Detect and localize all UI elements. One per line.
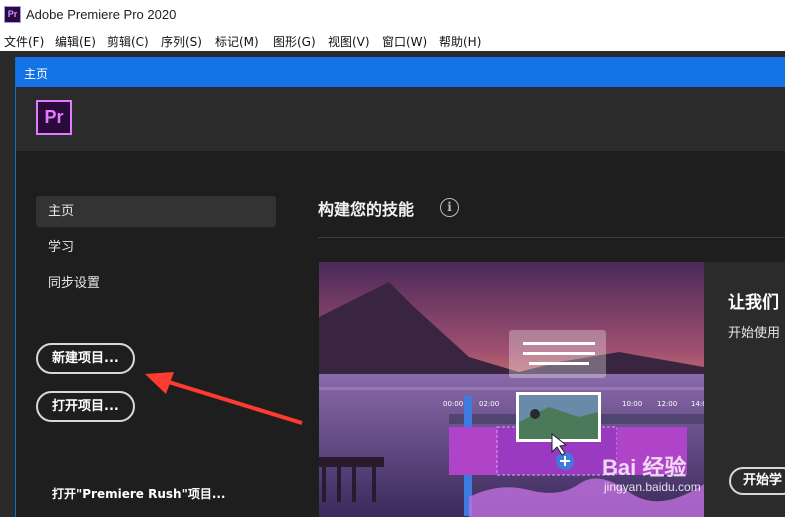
menu-help[interactable]: 帮助(H) [439, 33, 481, 50]
timeline-tick: 14:00 [691, 400, 704, 408]
dialog-header: Pr [16, 87, 785, 151]
new-project-button[interactable]: 新建项目... [36, 343, 135, 374]
open-rush-project-link[interactable]: 打开"Premiere Rush"项目... [52, 485, 226, 502]
menu-file[interactable]: 文件(F) [4, 33, 44, 50]
menu-clip[interactable]: 剪辑(C) [107, 33, 149, 50]
dialog-title: 主页 [24, 67, 49, 81]
window-title: Adobe Premiere Pro 2020 [26, 7, 177, 22]
section-divider [318, 237, 785, 238]
annotation-arrow-icon [145, 372, 303, 425]
premiere-app-icon: Pr [4, 6, 21, 23]
sidebar-item-home[interactable]: 主页 [36, 196, 276, 227]
timeline-tick: 10:00 [622, 400, 642, 408]
menu-markers[interactable]: 标记(M) [215, 33, 259, 50]
dialog-titlebar[interactable]: 主页 [16, 57, 785, 87]
sidebar-item-learn[interactable]: 学习 [36, 232, 276, 263]
watermark-main: Bai 经验 [602, 455, 687, 480]
menu-bar: 文件(F) 编辑(E) 剪辑(C) 序列(S) 标记(M) 图形(G) 视图(V… [0, 30, 785, 51]
card-text: 开始使用 [728, 326, 781, 341]
timeline-tick: 00:00 [443, 400, 463, 408]
baidu-watermark: Bai 经验 jingyan.baidu.com [600, 450, 760, 500]
menu-graphics[interactable]: 图形(G) [273, 33, 316, 50]
section-title: 构建您的技能 [318, 200, 415, 219]
card-heading: 让我们 [728, 293, 779, 313]
info-icon[interactable]: i [440, 198, 459, 217]
premiere-logo-icon: Pr [36, 100, 72, 135]
home-dialog: 主页 Pr 主页 学习 同步设置 新建项目... 打开项目... 打开"Prem… [15, 57, 785, 517]
menu-sequence[interactable]: 序列(S) [161, 33, 202, 50]
open-project-button[interactable]: 打开项目... [36, 391, 135, 422]
watermark-url: jingyan.baidu.com [604, 480, 701, 494]
timeline-tick: 02:00 [479, 400, 499, 408]
sidebar-item-sync-settings[interactable]: 同步设置 [36, 268, 276, 299]
timeline-tick: 12:00 [657, 400, 677, 408]
window-titlebar: Pr Adobe Premiere Pro 2020 [0, 0, 785, 30]
menu-edit[interactable]: 编辑(E) [55, 33, 96, 50]
menu-window[interactable]: 窗口(W) [382, 33, 427, 50]
menu-view[interactable]: 视图(V) [328, 33, 370, 50]
